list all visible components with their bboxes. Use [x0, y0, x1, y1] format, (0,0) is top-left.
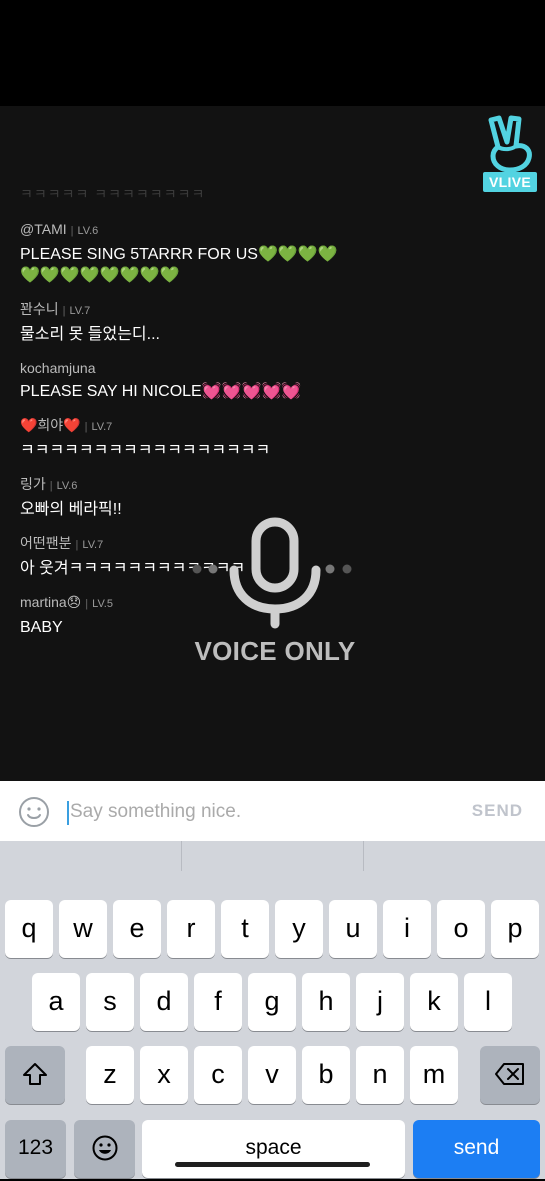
chat-text: PLEASE SAY HI NICOLE💓💓💓💓💓 — [20, 383, 302, 400]
smiley-icon[interactable] — [18, 796, 50, 828]
chat-text: PLEASE SING 5TARRR FOR US💚💚💚💚💚💚💚💚💚💚💚💚 — [20, 246, 338, 284]
chat-text: ㅋㅋㅋㅋㅋㅋㅋㅋㅋㅋㅋㅋㅋㅋㅋㅋㅋ — [20, 442, 271, 459]
backspace-key[interactable] — [480, 1046, 540, 1104]
chat-user: 링가 LV.6 — [20, 475, 340, 495]
text-cursor — [67, 801, 69, 825]
key-j[interactable]: j — [356, 973, 404, 1031]
keyboard-send-key[interactable]: send — [413, 1120, 540, 1178]
chat-message: ❤️희야❤️ LV.7 ㅋㅋㅋㅋㅋㅋㅋㅋㅋㅋㅋㅋㅋㅋㅋㅋㅋ — [20, 416, 340, 461]
key-e[interactable]: e — [113, 900, 161, 958]
home-indicator — [175, 1162, 370, 1167]
chat-username: @TAMI — [20, 221, 67, 237]
key-g[interactable]: g — [248, 973, 296, 1031]
chat-user: 꽌수니 LV.7 — [20, 300, 340, 320]
space-key[interactable]: space — [142, 1120, 405, 1178]
key-n[interactable]: n — [356, 1046, 404, 1104]
emoji-icon — [92, 1135, 117, 1161]
key-k[interactable]: k — [410, 973, 458, 1031]
chat-user: @TAMI LV.6 — [20, 220, 340, 240]
chat-level: LV.7 — [85, 421, 113, 433]
key-b[interactable]: b — [302, 1046, 350, 1104]
chat-user: kochamjuna — [20, 359, 340, 377]
chat-username: 어떤팬분 — [20, 535, 72, 551]
send-button[interactable]: SEND — [472, 801, 523, 821]
key-z[interactable]: z — [86, 1046, 134, 1104]
key-q[interactable]: q — [5, 900, 53, 958]
chat-message: @TAMI LV.6 PLEASE SING 5TARRR FOR US💚💚💚💚💚… — [20, 220, 340, 286]
chat-level: LV.6 — [71, 225, 99, 237]
chat-username: kochamjuna — [20, 360, 96, 376]
microphone-icon — [192, 517, 352, 629]
live-video-area: VLIVE ㅋㅋㅋㅋㅋ ㅋㅋㅋㅋㅋㅋㅋㅋ @TAMI LV.6 PLEASE SI… — [0, 106, 545, 782]
key-u[interactable]: u — [329, 900, 377, 958]
key-v[interactable]: v — [248, 1046, 296, 1104]
chat-text: 물소리 못 들었는디... — [20, 326, 160, 343]
keyboard: q w e r t y u i o p a s d f g h j k l z … — [0, 841, 545, 1179]
key-i[interactable]: i — [383, 900, 431, 958]
voice-only-label: VOICE ONLY — [194, 636, 356, 666]
chat-user: ❤️희야❤️ LV.7 — [20, 416, 340, 436]
chat-username: ❤️희야❤️ — [20, 417, 81, 433]
vlive-badge: VLIVE — [483, 172, 537, 192]
emoji-key[interactable] — [74, 1120, 135, 1178]
vlive-logo: VLIVE — [483, 114, 537, 192]
key-s[interactable]: s — [86, 973, 134, 1031]
voice-only-indicator: VOICE ONLY — [180, 514, 370, 684]
chat-level: LV.7 — [76, 539, 104, 551]
key-t[interactable]: t — [221, 900, 269, 958]
key-a[interactable]: a — [32, 973, 80, 1031]
faded-chat-line: ㅋㅋㅋㅋㅋ ㅋㅋㅋㅋㅋㅋㅋㅋ — [20, 186, 206, 202]
backspace-icon — [495, 1063, 524, 1085]
chat-username: 링가 — [20, 476, 46, 492]
peace-hand-icon — [488, 115, 532, 173]
key-f[interactable]: f — [194, 973, 242, 1031]
key-x[interactable]: x — [140, 1046, 188, 1104]
numbers-key[interactable]: 123 — [5, 1120, 66, 1178]
key-c[interactable]: c — [194, 1046, 242, 1104]
chat-level: LV.5 — [85, 598, 113, 610]
key-m[interactable]: m — [410, 1046, 458, 1104]
shift-icon — [23, 1063, 47, 1085]
status-bar-area — [0, 0, 545, 106]
chat-message: 꽌수니 LV.7 물소리 못 들었는디... — [20, 300, 340, 345]
suggestion-divider — [181, 841, 182, 871]
key-h[interactable]: h — [302, 973, 350, 1031]
key-r[interactable]: r — [167, 900, 215, 958]
chat-username: martina😞 — [20, 594, 82, 610]
chat-input-bar: SEND — [0, 781, 545, 842]
suggestion-divider — [363, 841, 364, 871]
chat-message: kochamjuna PLEASE SAY HI NICOLE💓💓💓💓💓 — [20, 359, 340, 402]
key-p[interactable]: p — [491, 900, 539, 958]
chat-input[interactable] — [70, 797, 450, 827]
chat-username: 꽌수니 — [20, 301, 59, 317]
shift-key[interactable] — [5, 1046, 65, 1104]
key-l[interactable]: l — [464, 973, 512, 1031]
key-o[interactable]: o — [437, 900, 485, 958]
chat-level: LV.7 — [63, 305, 91, 317]
chat-level: LV.6 — [50, 480, 78, 492]
key-y[interactable]: y — [275, 900, 323, 958]
key-w[interactable]: w — [59, 900, 107, 958]
key-d[interactable]: d — [140, 973, 188, 1031]
